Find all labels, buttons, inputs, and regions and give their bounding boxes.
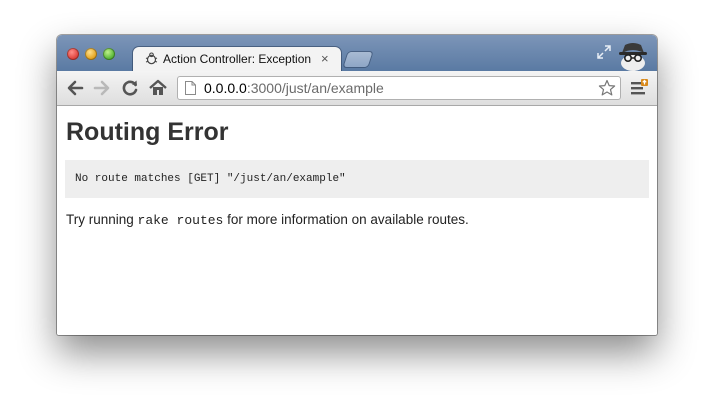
forward-arrow-icon[interactable]: [92, 78, 112, 98]
page-icon: [185, 81, 196, 95]
page-title: Routing Error: [66, 118, 229, 146]
home-icon[interactable]: [148, 78, 168, 98]
back-arrow-icon[interactable]: [65, 78, 85, 98]
tab-active[interactable]: Action Controller: Exception ×: [133, 47, 341, 71]
address-bar[interactable]: 0.0.0.0:3000/just/an/example: [177, 76, 621, 100]
page-content: Routing Error No route matches [GET] "/j…: [57, 106, 657, 335]
browser-toolbar: 0.0.0.0:3000/just/an/example: [57, 71, 657, 106]
minimize-window-button[interactable]: [85, 48, 97, 60]
tab-title: Action Controller: Exception: [163, 52, 312, 66]
star-icon[interactable]: [598, 79, 616, 97]
rake-routes-command: rake routes: [137, 213, 224, 228]
reload-icon[interactable]: [120, 78, 140, 98]
help-text-end: for more information on available routes…: [223, 212, 469, 227]
incognito-spy-icon: [619, 43, 647, 71]
bug-icon: [145, 52, 158, 65]
close-window-button[interactable]: [67, 48, 79, 60]
url-path: :3000/just/an/example: [246, 80, 384, 96]
title-bar: Action Controller: Exception ×: [57, 35, 657, 71]
help-text: Try running rake routes for more informa…: [66, 212, 469, 228]
help-text-start: Try running: [66, 212, 138, 227]
browser-window: Action Controller: Exception × 0.0.0.0:3…: [57, 35, 657, 335]
error-message-box: No route matches [GET] "/just/an/example…: [65, 160, 649, 198]
error-message: No route matches [GET] "/just/an/example…: [75, 173, 346, 185]
new-tab-button[interactable]: [343, 52, 373, 67]
tab-close-button[interactable]: ×: [321, 51, 329, 66]
url-text[interactable]: 0.0.0.0:3000/just/an/example: [204, 80, 384, 96]
url-host: 0.0.0.0: [204, 80, 247, 96]
fullscreen-icon[interactable]: [597, 45, 611, 59]
wrench-menu-icon[interactable]: [629, 78, 649, 98]
zoom-window-button[interactable]: [103, 48, 115, 60]
window-controls: [67, 48, 115, 60]
